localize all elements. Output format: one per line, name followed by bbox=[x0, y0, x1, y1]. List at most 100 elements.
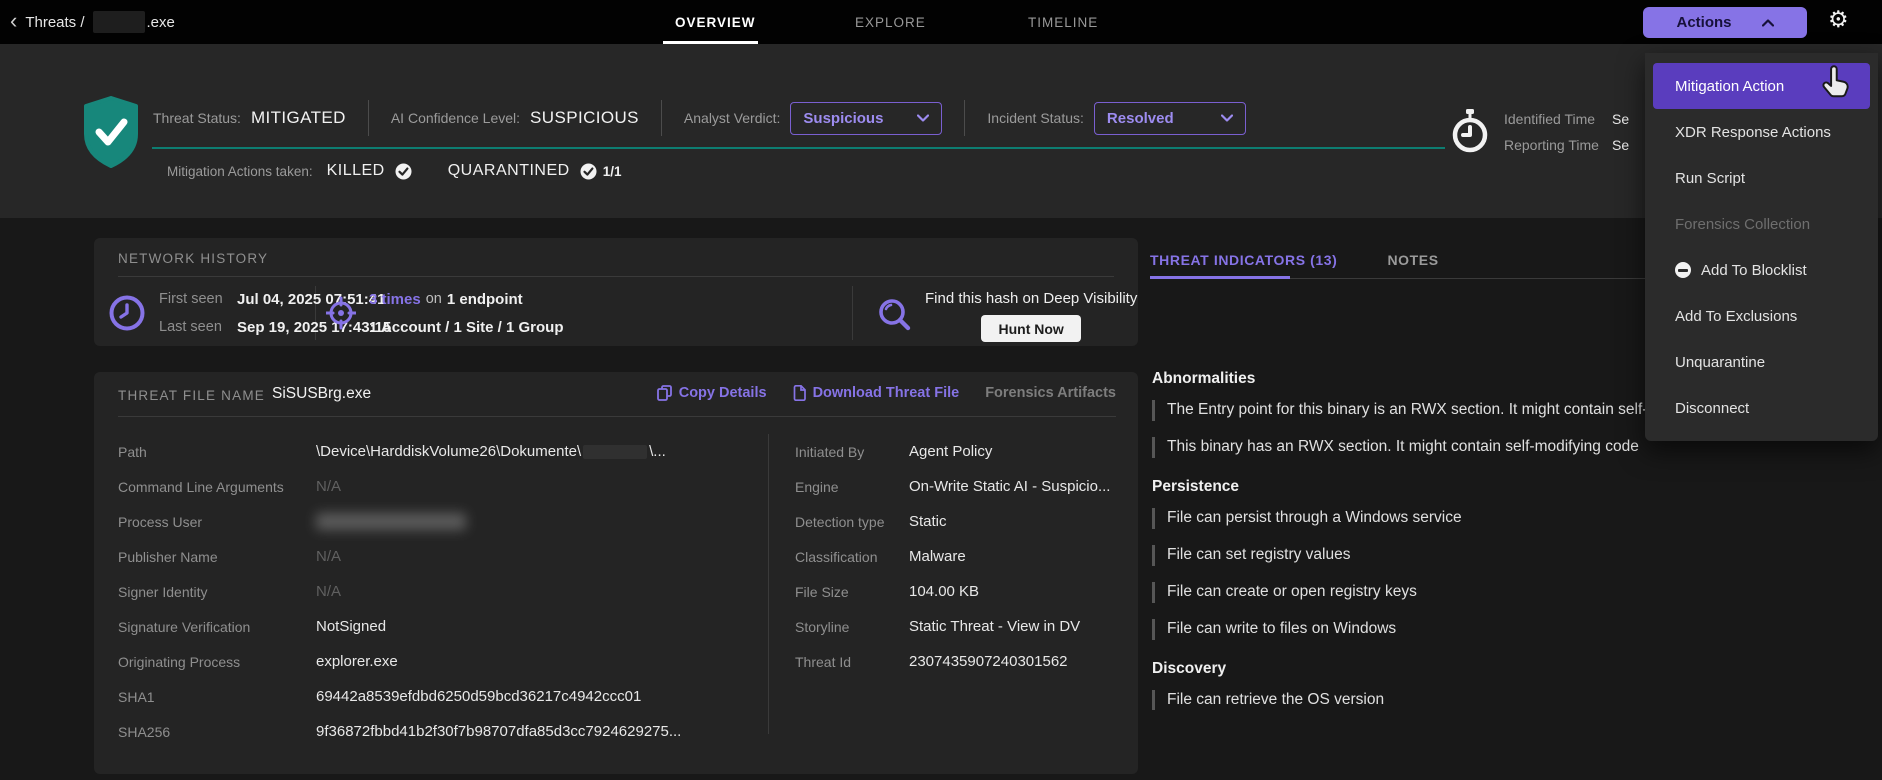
detail-row-storyline: Storyline Static Threat - View in DV bbox=[795, 609, 1110, 644]
scope-text: 1 Account / 1 Site / 1 Group bbox=[369, 318, 563, 337]
detail-row-sha1: SHA1 69442a8539efdbd6250d59bcd36217c4942… bbox=[118, 679, 681, 714]
detail-row-threat-id: Threat Id 2307435907240301562 bbox=[795, 644, 1110, 679]
engine-value: On-Write Static AI - Suspicio... bbox=[909, 478, 1110, 495]
crosshair-icon bbox=[326, 288, 356, 337]
divider bbox=[964, 100, 965, 136]
indicator-item: File can persist through a Windows servi… bbox=[1152, 508, 1792, 529]
ai-confidence-label: AI Confidence Level: bbox=[391, 110, 520, 126]
threat-file-name-value: SiSUSBrg.exe bbox=[272, 385, 371, 403]
reporting-time-label: Reporting Time bbox=[1504, 136, 1612, 155]
threat-file-links: Copy Details Download Threat File Forens… bbox=[657, 385, 1116, 401]
indicator-item: File can write to files on Windows bbox=[1152, 619, 1792, 640]
back-chevron-icon[interactable]: ‹ bbox=[10, 10, 17, 32]
indicator-group-discovery: Discovery bbox=[1152, 660, 1792, 678]
detail-label: Command Line Arguments bbox=[118, 479, 316, 495]
identified-time-value: Se bbox=[1612, 110, 1629, 129]
copy-details-label: Copy Details bbox=[679, 385, 767, 401]
top-bar: ‹ Threats / .exe OVERVIEW EXPLORE TIMELI… bbox=[0, 0, 1882, 44]
endpoint-column: 3 times on 1 endpoint 1 Account / 1 Site… bbox=[326, 288, 563, 337]
detail-row-signer: Signer Identity N/A bbox=[118, 574, 681, 609]
breadcrumb-section[interactable]: Threats / bbox=[25, 14, 84, 31]
add-to-blocklist-label: Add To Blocklist bbox=[1701, 262, 1807, 279]
divider bbox=[118, 276, 1114, 277]
actions-button[interactable]: Actions bbox=[1643, 7, 1807, 38]
menu-item-run-script[interactable]: Run Script bbox=[1645, 155, 1878, 201]
tab-explore[interactable]: EXPLORE bbox=[855, 0, 926, 44]
file-icon bbox=[793, 385, 806, 401]
detail-row-signature: Signature Verification NotSigned bbox=[118, 609, 681, 644]
right-panel-tabs: THREAT INDICATORS (13) NOTES bbox=[1150, 252, 1439, 268]
network-history-title: NETWORK HISTORY bbox=[118, 251, 268, 266]
teal-rule bbox=[152, 147, 1445, 149]
menu-item-add-to-blocklist[interactable]: Add To Blocklist bbox=[1645, 247, 1878, 293]
detection-type-value: Static bbox=[909, 513, 947, 530]
analyst-verdict-dropdown[interactable]: Suspicious bbox=[790, 102, 942, 135]
times-link[interactable]: 3 times bbox=[369, 290, 421, 309]
download-threat-file-label: Download Threat File bbox=[813, 385, 960, 401]
mitigation-row: Mitigation Actions taken: KILLED QUARANT… bbox=[167, 158, 621, 184]
sha1-value: 69442a8539efdbd6250d59bcd36217c4942ccc01 bbox=[316, 688, 641, 705]
incident-status-label: Incident Status: bbox=[987, 110, 1084, 126]
menu-item-disconnect[interactable]: Disconnect bbox=[1645, 385, 1878, 431]
initiated-by-value: Agent Policy bbox=[909, 443, 992, 460]
copy-details-link[interactable]: Copy Details bbox=[657, 385, 767, 401]
reporting-time-row: Reporting Time Se bbox=[1504, 136, 1629, 155]
detail-label: Publisher Name bbox=[118, 549, 316, 565]
active-tab-underline bbox=[1150, 276, 1290, 279]
hunt-column: Find this hash on Deep Visibility Hunt N… bbox=[876, 288, 1137, 342]
threat-id-value: 2307435907240301562 bbox=[909, 653, 1068, 670]
menu-item-add-to-exclusions[interactable]: Add To Exclusions bbox=[1645, 293, 1878, 339]
indicator-item: File can create or open registry keys bbox=[1152, 582, 1792, 603]
hunt-text: Find this hash on Deep Visibility bbox=[925, 290, 1137, 307]
file-size-value: 104.00 KB bbox=[909, 583, 979, 600]
mitigation-count: 1/1 bbox=[603, 164, 622, 179]
breadcrumb-file-suffix: .exe bbox=[147, 14, 175, 31]
menu-item-unquarantine[interactable]: Unquarantine bbox=[1645, 339, 1878, 385]
redacted-process-user bbox=[316, 513, 466, 530]
detail-label: Signature Verification bbox=[118, 619, 316, 635]
incident-status-dropdown[interactable]: Resolved bbox=[1094, 102, 1246, 135]
shield-check-icon bbox=[82, 96, 140, 168]
analyst-verdict-value: Suspicious bbox=[803, 110, 883, 127]
actions-button-label: Actions bbox=[1676, 14, 1731, 31]
detail-label: SHA256 bbox=[118, 724, 316, 740]
detail-row-process-user: Process User bbox=[118, 504, 681, 539]
menu-item-xdr-response-actions[interactable]: XDR Response Actions bbox=[1645, 109, 1878, 155]
threat-status-value: MITIGATED bbox=[251, 108, 346, 128]
forensics-artifacts-link: Forensics Artifacts bbox=[985, 385, 1116, 401]
detail-label: Engine bbox=[795, 479, 909, 495]
detail-label: Originating Process bbox=[118, 654, 316, 670]
incident-status-value: Resolved bbox=[1107, 110, 1174, 127]
detail-label: Storyline bbox=[795, 619, 909, 635]
tab-notes[interactable]: NOTES bbox=[1387, 252, 1438, 268]
threat-status-field: Threat Status: MITIGATED bbox=[153, 108, 346, 128]
menu-item-forensics-collection: Forensics Collection bbox=[1645, 201, 1878, 247]
detail-label: Detection type bbox=[795, 514, 909, 530]
tab-overview[interactable]: OVERVIEW bbox=[675, 0, 756, 44]
detail-label: Path bbox=[118, 444, 316, 460]
divider bbox=[368, 100, 369, 136]
analyst-verdict-field: Analyst Verdict: Suspicious bbox=[684, 102, 943, 135]
gear-icon[interactable]: ⚙ bbox=[1828, 6, 1849, 33]
tab-timeline[interactable]: TIMELINE bbox=[1028, 0, 1098, 44]
mitigation-action-quarantined: QUARANTINED bbox=[448, 162, 570, 180]
ai-confidence-field: AI Confidence Level: SUSPICIOUS bbox=[391, 108, 639, 128]
breadcrumb[interactable]: ‹ Threats / .exe bbox=[10, 0, 175, 44]
divider bbox=[661, 100, 662, 136]
threat-file-name-label: THREAT FILE NAME bbox=[118, 388, 265, 403]
first-seen-label: First seen bbox=[159, 290, 237, 309]
detail-label: Process User bbox=[118, 514, 316, 530]
download-threat-file-link[interactable]: Download Threat File bbox=[793, 385, 960, 401]
redacted-path-segment bbox=[583, 445, 647, 459]
tab-threat-indicators[interactable]: THREAT INDICATORS (13) bbox=[1150, 252, 1337, 268]
detail-label: Signer Identity bbox=[118, 584, 316, 600]
file-details-right: Initiated By Agent Policy Engine On-Writ… bbox=[795, 434, 1110, 679]
detail-row-publisher: Publisher Name N/A bbox=[118, 539, 681, 574]
file-details-left: Path \Device\HarddiskVolume26\Dokumente\… bbox=[118, 434, 681, 749]
times-conjunction: on bbox=[426, 290, 442, 309]
detail-label: SHA1 bbox=[118, 689, 316, 705]
hunt-now-button[interactable]: Hunt Now bbox=[981, 315, 1081, 342]
stopwatch-icon bbox=[1450, 108, 1490, 154]
menu-item-mitigation-action[interactable]: Mitigation Action bbox=[1653, 63, 1870, 109]
threat-overview-screen: ‹ Threats / .exe OVERVIEW EXPLORE TIMELI… bbox=[0, 0, 1882, 780]
